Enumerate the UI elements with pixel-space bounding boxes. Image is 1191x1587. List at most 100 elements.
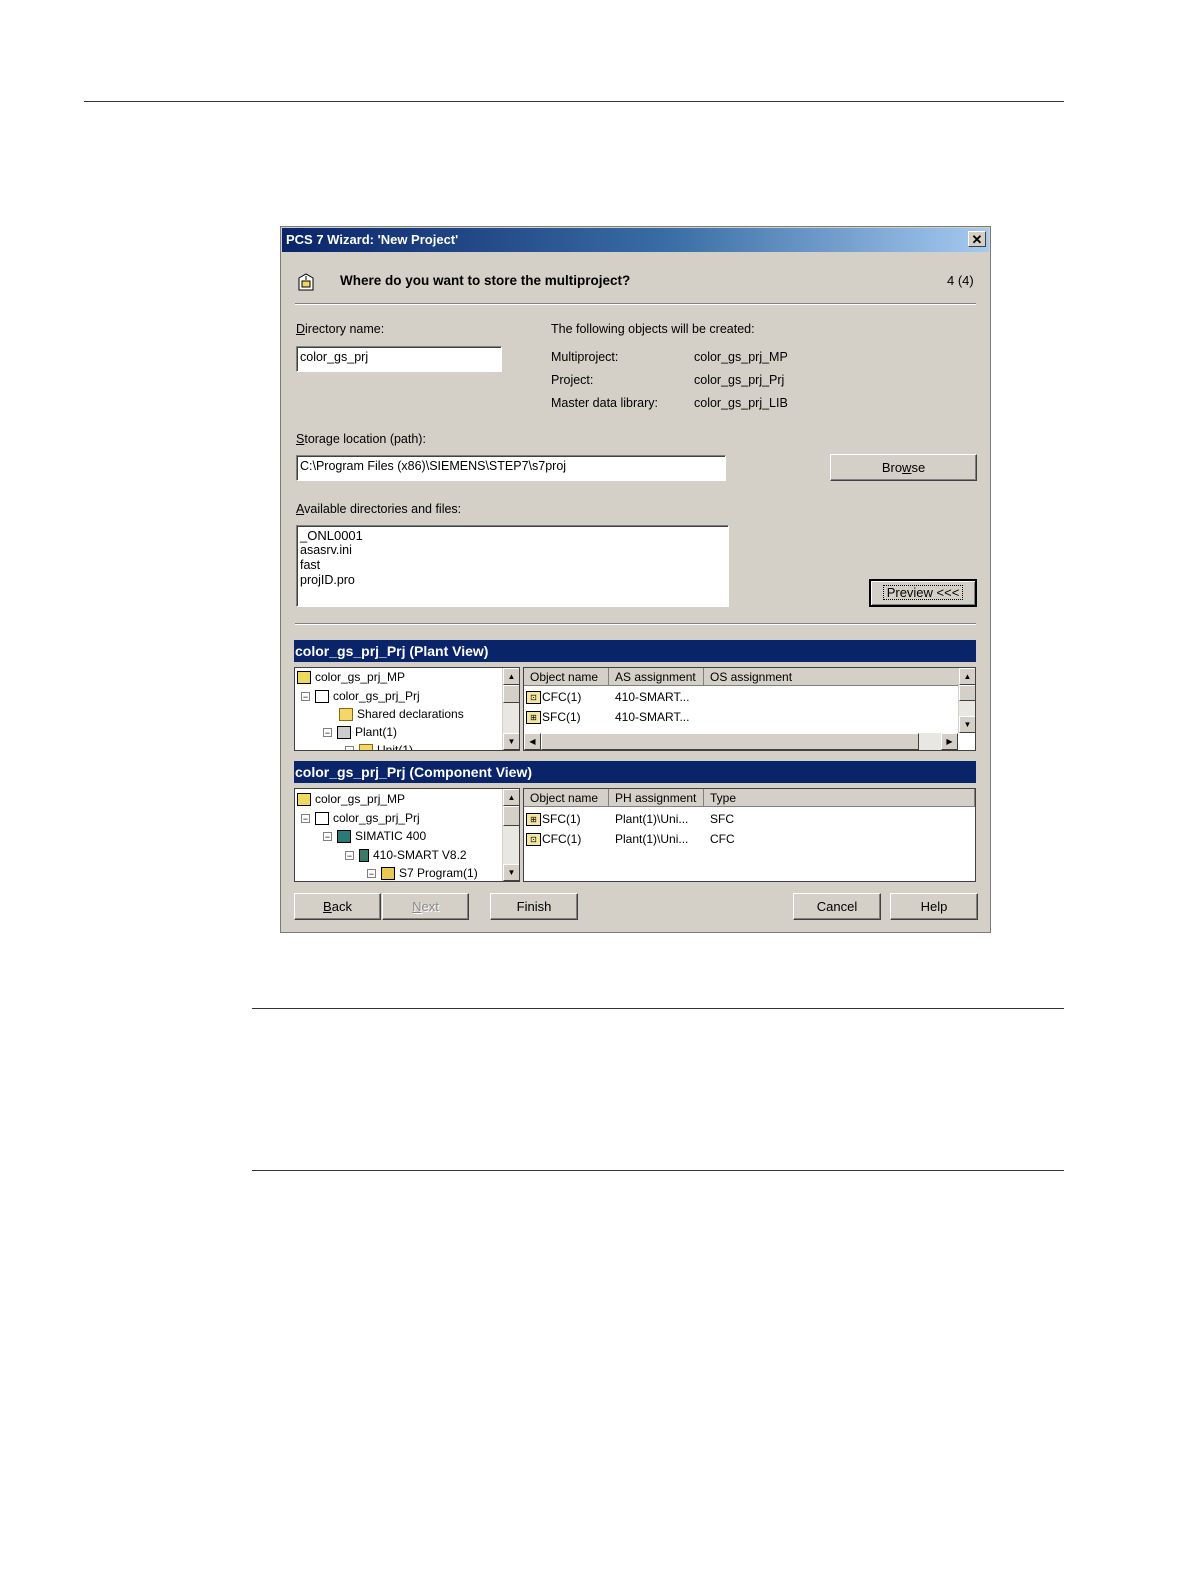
collapse-icon[interactable]: − — [323, 832, 332, 842]
project-icon — [315, 812, 329, 826]
scroll-down-icon[interactable]: ▼ — [959, 716, 975, 733]
tree-item-multiproject[interactable]: color_gs_prj_MP — [297, 668, 405, 686]
scroll-down-icon[interactable]: ▼ — [503, 864, 519, 881]
tree-item-unit[interactable]: −Unit(1) — [345, 741, 413, 750]
cfc-icon: ⊡ — [526, 691, 541, 705]
next-button[interactable]: Next — [382, 893, 469, 920]
collapse-icon[interactable]: − — [301, 692, 310, 702]
close-button[interactable]: ✕ — [968, 231, 986, 247]
file-item[interactable]: asasrv.ini — [300, 543, 725, 558]
column-object-name[interactable]: Object name — [524, 668, 609, 686]
column-type[interactable]: Type — [704, 789, 975, 807]
header-separator — [295, 303, 976, 305]
column-os-assignment[interactable]: OS assignment — [704, 668, 959, 686]
close-icon: ✕ — [971, 232, 983, 247]
wizard-icon — [297, 272, 315, 292]
directory-input[interactable]: color_gs_prj — [296, 346, 502, 372]
scroll-thumb[interactable] — [959, 685, 975, 701]
tree-item-simatic-400[interactable]: − SIMATIC 400 — [323, 827, 426, 845]
objects-heading: The following objects will be created: — [551, 322, 755, 336]
sfc-icon: ⊞ — [526, 813, 541, 827]
dialog-titlebar: PCS 7 Wizard: 'New Project' ✕ — [282, 228, 989, 252]
column-ph-assignment[interactable]: PH assignment — [609, 789, 704, 807]
cfc-icon: ⊡ — [526, 833, 541, 847]
multiproject-icon — [297, 793, 311, 807]
folder-icon — [339, 708, 353, 722]
plant-tree[interactable]: color_gs_prj_MP − color_gs_prj_Prj Shared… — [294, 667, 520, 751]
cancel-button[interactable]: Cancel — [793, 893, 881, 920]
bottom-rule — [252, 1170, 1064, 1171]
collapse-icon[interactable]: − — [323, 728, 332, 738]
table-row[interactable]: ⊞ SFC(1) — [526, 810, 581, 828]
object-label-library: Master data library: — [551, 396, 658, 410]
collapse-icon[interactable]: − — [301, 814, 310, 824]
dialog-title: PCS 7 Wizard: 'New Project' — [286, 232, 459, 247]
object-label-multiproject: Multiproject: — [551, 350, 619, 364]
table-cell: 410-SMART... — [615, 710, 690, 724]
s7-program-icon — [381, 867, 395, 881]
preview-separator — [295, 623, 976, 625]
scroll-thumb[interactable] — [503, 685, 519, 703]
scroll-thumb[interactable] — [503, 806, 519, 826]
plant-list-hscroll[interactable]: ◀ ▶ — [524, 733, 958, 750]
storage-path-value: C:\Program Files (x86)\SIEMENS\STEP7\s7p… — [300, 459, 567, 473]
station-icon — [337, 830, 351, 844]
available-files-list[interactable]: _ONL0001 asasrv.ini fast projID.pro — [296, 525, 729, 607]
component-object-list[interactable]: Object name PH assignment Type ⊞ SFC(1) P… — [523, 788, 976, 882]
component-tree-scrollbar[interactable]: ▲ ▼ — [502, 789, 519, 881]
available-label: Available directories and files: — [296, 502, 462, 516]
middle-rule — [252, 1008, 1064, 1009]
storage-path-input[interactable]: C:\Program Files (x86)\SIEMENS\STEP7\s7p… — [296, 455, 726, 481]
collapse-icon[interactable]: − — [345, 851, 354, 861]
scroll-down-icon[interactable]: ▼ — [503, 733, 519, 750]
project-icon — [315, 690, 329, 704]
sfc-icon: ⊞ — [526, 711, 541, 725]
component-tree[interactable]: color_gs_prj_MP − color_gs_prj_Prj − SIMAT… — [294, 788, 520, 882]
scroll-up-icon[interactable]: ▲ — [959, 668, 975, 685]
tree-item-cpu[interactable]: −410-SMART V8.2 — [345, 846, 467, 864]
file-item[interactable]: _ONL0001 — [300, 528, 725, 543]
scroll-up-icon[interactable]: ▲ — [503, 668, 519, 685]
tree-item-project[interactable]: − color_gs_prj_Prj — [301, 687, 420, 705]
plant-object-list[interactable]: Object name AS assignment OS assignment … — [523, 667, 976, 751]
plant-list-vscroll[interactable]: ▲ ▼ — [958, 668, 975, 733]
tree-item-multiproject[interactable]: color_gs_prj_MP — [297, 790, 405, 808]
wizard-dialog: PCS 7 Wizard: 'New Project' ✕ Where do y… — [280, 226, 991, 933]
tree-item-plant[interactable]: − Plant(1) — [323, 723, 397, 741]
finish-button[interactable]: Finish — [490, 893, 578, 920]
back-button[interactable]: Back — [294, 893, 381, 920]
column-as-assignment[interactable]: AS assignment — [609, 668, 704, 686]
table-cell: 410-SMART... — [615, 690, 690, 704]
scroll-left-icon[interactable]: ◀ — [524, 733, 541, 750]
scroll-thumb[interactable] — [541, 733, 919, 750]
tree-item-project[interactable]: − color_gs_prj_Prj — [301, 809, 420, 827]
table-row[interactable]: ⊡ CFC(1) — [526, 688, 581, 706]
object-value-project: color_gs_prj_Prj — [694, 373, 785, 387]
plant-tree-scrollbar[interactable]: ▲ ▼ — [502, 668, 519, 750]
tree-item-s7-program[interactable]: − S7 Program(1) — [367, 864, 478, 881]
object-label-project: Project: — [551, 373, 594, 387]
top-rule — [84, 101, 1064, 102]
preview-button[interactable]: Preview <<< — [869, 579, 977, 607]
file-item[interactable]: projID.pro — [300, 573, 725, 588]
cpu-icon — [359, 849, 369, 863]
component-view-title: color_gs_prj_Prj (Component View) — [294, 761, 976, 783]
unit-icon — [359, 744, 373, 750]
scroll-up-icon[interactable]: ▲ — [503, 789, 519, 806]
wizard-question: Where do you want to store the multiproj… — [340, 273, 631, 288]
collapse-icon[interactable]: − — [345, 746, 354, 750]
table-row[interactable]: ⊞ SFC(1) — [526, 708, 581, 726]
tree-item-shared-declarations[interactable]: Shared declarations — [339, 705, 464, 723]
plant-icon — [337, 726, 351, 740]
column-object-name[interactable]: Object name — [524, 789, 609, 807]
multiproject-icon — [297, 671, 311, 685]
table-cell: SFC — [710, 812, 734, 826]
object-value-library: color_gs_prj_LIB — [694, 396, 788, 410]
table-cell: CFC — [710, 832, 735, 846]
scroll-right-icon[interactable]: ▶ — [941, 733, 958, 750]
browse-button[interactable]: Browse — [830, 454, 977, 481]
file-item[interactable]: fast — [300, 558, 725, 573]
collapse-icon[interactable]: − — [367, 869, 376, 879]
table-row[interactable]: ⊡ CFC(1) — [526, 830, 581, 848]
help-button[interactable]: Help — [890, 893, 978, 920]
